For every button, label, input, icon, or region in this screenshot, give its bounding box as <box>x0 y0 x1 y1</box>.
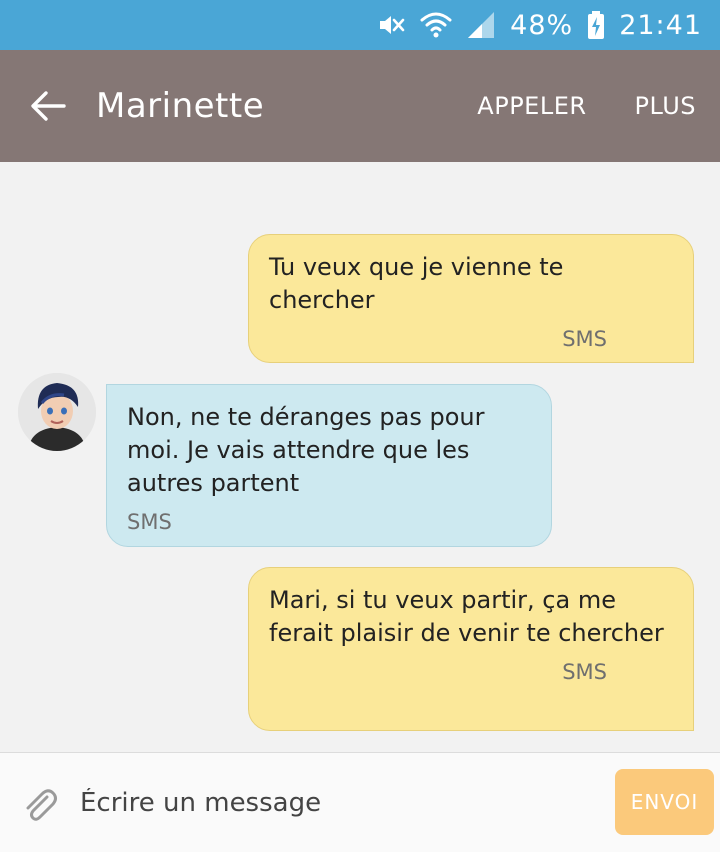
message-composer: ENVOI <box>0 752 720 852</box>
message-input[interactable] <box>80 775 600 831</box>
contact-avatar-image <box>18 373 96 451</box>
send-button[interactable]: ENVOI <box>615 769 714 835</box>
back-button[interactable] <box>0 50 96 162</box>
clock: 21:41 <box>619 9 702 41</box>
message-bubble-incoming[interactable]: Non, ne te déranges pas pour moi. Je vai… <box>106 384 552 547</box>
status-bar: 48% 21:41 <box>0 0 720 50</box>
message-type-label: SMS <box>127 510 172 534</box>
message-text: Tu veux que je vienne te chercher <box>269 253 564 314</box>
message-text: Mari, si tu veux partir, ça me ferait pl… <box>269 586 664 647</box>
conversation-title: Marinette <box>96 86 265 126</box>
avatar[interactable] <box>18 373 96 451</box>
wifi-icon <box>420 9 452 41</box>
app-bar: Marinette APPELER PLUS <box>0 50 720 162</box>
message-thread[interactable]: Tu veux que je vienne te chercher SMS No… <box>0 162 720 752</box>
paperclip-icon <box>26 789 57 821</box>
message-type-label: SMS <box>562 327 607 351</box>
message-text: Non, ne te déranges pas pour moi. Je vai… <box>127 403 485 497</box>
message-bubble-outgoing[interactable]: Mari, si tu veux partir, ça me ferait pl… <box>248 567 694 731</box>
call-button[interactable]: APPELER <box>477 92 586 120</box>
signal-icon <box>466 9 496 41</box>
message-type-label: SMS <box>562 660 607 684</box>
attach-button[interactable] <box>20 785 60 825</box>
more-button[interactable]: PLUS <box>635 92 696 120</box>
battery-charging-icon <box>587 9 605 41</box>
back-arrow-icon <box>31 91 66 121</box>
message-bubble-outgoing[interactable]: Tu veux que je vienne te chercher SMS <box>248 234 694 363</box>
mute-icon <box>376 9 406 41</box>
battery-percent: 48% <box>510 9 574 41</box>
